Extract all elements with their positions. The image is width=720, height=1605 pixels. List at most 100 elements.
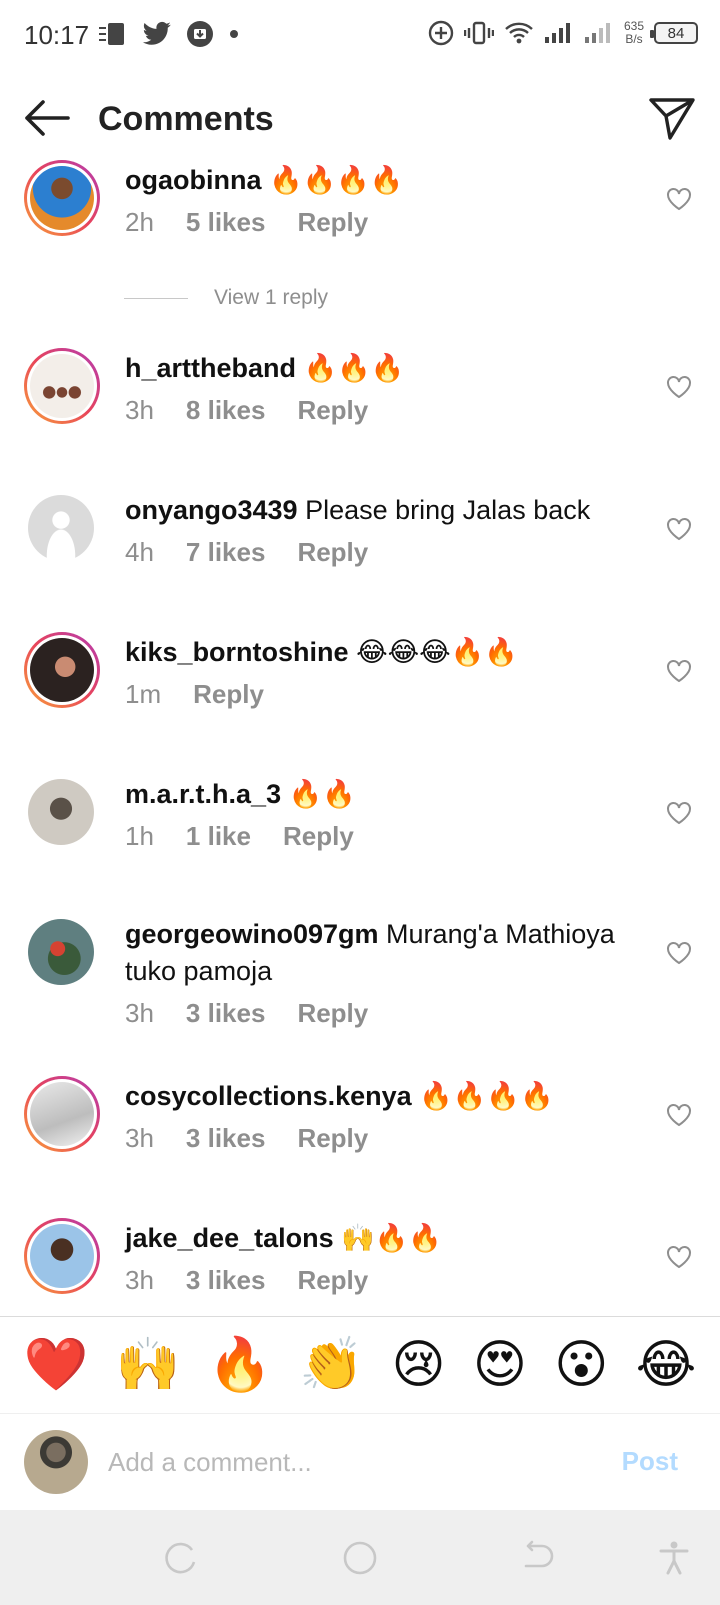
comment-time: 1h — [125, 821, 154, 851]
comment-time: 4h — [125, 537, 154, 567]
heart-icon[interactable] — [666, 187, 692, 211]
accessibility-icon[interactable] — [656, 1540, 692, 1576]
avatar[interactable] — [28, 779, 94, 845]
reply-button[interactable]: Reply — [193, 679, 264, 710]
reply-button[interactable]: Reply — [297, 537, 368, 568]
heart-icon[interactable] — [666, 1245, 692, 1269]
comment-time: 3h — [125, 1265, 154, 1295]
comment-input[interactable] — [108, 1438, 578, 1486]
comment-username[interactable]: cosycollections.kenya — [125, 1081, 412, 1111]
comments-list[interactable]: ogaobinna 🔥🔥🔥🔥 2h 5 likes Reply View 1 r… — [0, 160, 720, 1316]
status-bar: 10:17 635 B/s 84 — [0, 0, 720, 72]
comment-username[interactable]: kiks_borntoshine — [125, 637, 349, 667]
comment-username[interactable]: georgeowino097gm — [125, 919, 379, 949]
data-saver-icon — [99, 23, 124, 45]
comment-meta: 3h 3 likes Reply — [125, 1265, 630, 1296]
comment-meta: 3h 3 likes Reply — [125, 1123, 630, 1154]
reaction-cry-emoji[interactable]: 😢 — [391, 1335, 445, 1395]
wifi-icon — [505, 22, 533, 44]
comment-meta: 4h 7 likes Reply — [125, 537, 630, 568]
comment-likes[interactable]: 7 likes — [186, 537, 266, 568]
comment-username[interactable]: ogaobinna — [125, 165, 262, 195]
view-replies[interactable]: View 1 reply — [124, 286, 328, 310]
comment-meta: 3h 3 likes Reply — [125, 998, 630, 1029]
comment-likes[interactable]: 3 likes — [186, 998, 266, 1029]
comment-likes[interactable]: 3 likes — [186, 1265, 266, 1296]
page-title: Comments — [98, 100, 274, 138]
reaction-heart-emoji[interactable]: ❤️ — [24, 1335, 89, 1395]
reaction-clap-emoji[interactable]: 👏 — [299, 1335, 364, 1395]
home-icon[interactable] — [342, 1540, 378, 1576]
system-nav-bar — [0, 1510, 720, 1605]
comment-body: 😂😂😂🔥🔥 — [348, 637, 518, 667]
heart-icon[interactable] — [666, 659, 692, 683]
back-arrow-icon[interactable] — [22, 98, 72, 138]
signal-strength-2-icon — [584, 23, 610, 43]
network-speed-unit: B/s — [625, 32, 643, 46]
comment-time: 3h — [125, 1123, 154, 1153]
reaction-heart-eyes-emoji[interactable]: 😍 — [473, 1335, 527, 1395]
comment-meta: 1h 1 like Reply — [125, 821, 630, 852]
comment-body: 🔥🔥 — [281, 779, 356, 809]
comment-time: 3h — [125, 395, 154, 425]
comment-text: jake_dee_talons 🙌🔥🔥 — [125, 1220, 630, 1257]
status-system-icons: 635 B/s 84 — [428, 20, 698, 46]
heart-icon[interactable] — [666, 801, 692, 825]
comment-meta: 1m Reply — [125, 679, 630, 710]
comment-body: 🔥🔥🔥 — [296, 353, 405, 383]
battery-icon: 84 — [650, 22, 698, 44]
my-avatar — [24, 1430, 88, 1494]
reply-button[interactable]: Reply — [297, 1123, 368, 1154]
reply-button[interactable]: Reply — [297, 1265, 368, 1296]
comment-text: georgeowino097gm Murang'a Mathioya tuko … — [125, 916, 630, 990]
view-replies-label[interactable]: View 1 reply — [214, 286, 328, 310]
comment-meta: 3h 8 likes Reply — [125, 395, 630, 426]
recent-apps-icon[interactable] — [162, 1540, 198, 1576]
avatar[interactable] — [24, 348, 100, 424]
post-button[interactable]: Post — [622, 1446, 678, 1477]
reply-button[interactable]: Reply — [297, 998, 368, 1029]
comment-likes[interactable]: 1 like — [186, 821, 251, 852]
share-send-icon[interactable] — [648, 96, 696, 142]
twitter-icon — [142, 21, 171, 45]
heart-icon[interactable] — [666, 517, 692, 541]
comment-username[interactable]: m.a.r.t.h.a_3 — [125, 779, 281, 809]
heart-icon[interactable] — [666, 941, 692, 965]
avatar[interactable] — [28, 919, 94, 985]
app-header: Comments — [0, 84, 720, 156]
comment-meta: 2h 5 likes Reply — [125, 207, 630, 238]
comment-body: Please bring Jalas back — [297, 495, 591, 525]
reaction-raised-hands-emoji[interactable]: 🙌 — [116, 1335, 181, 1395]
avatar[interactable] — [28, 495, 94, 561]
comment-text: ogaobinna 🔥🔥🔥🔥 — [125, 162, 630, 199]
more-notifications-icon — [230, 30, 238, 38]
avatar[interactable] — [24, 1076, 100, 1152]
reaction-wow-emoji[interactable]: 😮 — [554, 1335, 608, 1395]
comment-text: kiks_borntoshine 😂😂😂🔥🔥 — [125, 634, 630, 671]
heart-icon[interactable] — [666, 1103, 692, 1127]
reaction-laugh-emoji[interactable]: 😂 — [636, 1335, 697, 1395]
reply-button[interactable]: Reply — [283, 821, 354, 852]
comment-time: 3h — [125, 998, 154, 1028]
comment-text: h_arttheband 🔥🔥🔥 — [125, 350, 630, 387]
comment-text: onyango3439 Please bring Jalas back — [125, 492, 630, 529]
comment-body: 🙌🔥🔥 — [333, 1223, 442, 1253]
comment-body: 🔥🔥🔥🔥 — [411, 1081, 554, 1111]
reply-button[interactable]: Reply — [297, 395, 368, 426]
avatar[interactable] — [24, 1218, 100, 1294]
comment-username[interactable]: h_arttheband — [125, 353, 296, 383]
comment-username[interactable]: jake_dee_talons — [125, 1223, 334, 1253]
comment-likes[interactable]: 5 likes — [186, 207, 266, 238]
avatar[interactable] — [24, 632, 100, 708]
comment-likes[interactable]: 8 likes — [186, 395, 266, 426]
comment-username[interactable]: onyango3439 — [125, 495, 298, 525]
vibrate-icon — [463, 21, 494, 45]
avatar[interactable] — [24, 160, 100, 236]
reply-button[interactable]: Reply — [297, 207, 368, 238]
back-nav-icon[interactable] — [520, 1540, 556, 1576]
comment-time: 1m — [125, 679, 162, 709]
divider — [124, 297, 188, 299]
comment-likes[interactable]: 3 likes — [186, 1123, 266, 1154]
reaction-fire-emoji[interactable]: 🔥 — [207, 1335, 272, 1395]
heart-icon[interactable] — [666, 375, 692, 399]
